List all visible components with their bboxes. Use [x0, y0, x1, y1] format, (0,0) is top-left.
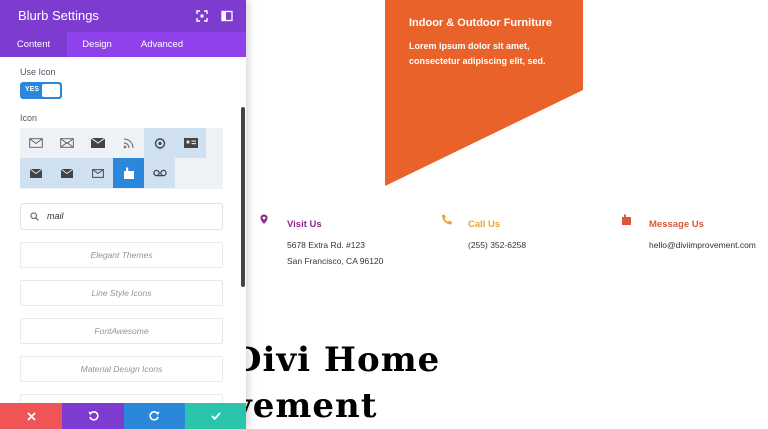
envelope-outline-icon	[28, 138, 43, 148]
contact-title: Visit Us	[287, 219, 322, 230]
library-elegant-themes[interactable]: Elegant Themes	[20, 242, 223, 268]
icon-option[interactable]	[144, 158, 175, 188]
icon-option[interactable]	[51, 128, 82, 158]
tab-advanced[interactable]: Advanced	[127, 32, 197, 57]
icon-search-input[interactable]: mail	[20, 203, 223, 230]
search-icon	[30, 212, 39, 221]
at-symbol-icon	[154, 137, 165, 149]
contact-line: San Francisco, CA 96120	[287, 256, 384, 266]
screen: Indoor & Outdoor Furniture Lorem ipsum d…	[0, 0, 768, 429]
icon-picker	[20, 128, 223, 189]
contact-line: hello@diviimprovement.com	[649, 240, 756, 250]
library-fontawesome[interactable]: FontAwesome	[20, 318, 223, 344]
icon-option[interactable]	[82, 128, 113, 158]
discard-button[interactable]	[0, 403, 62, 429]
panel-footer	[0, 403, 246, 429]
mail-icon	[29, 168, 42, 178]
icon-option[interactable]	[20, 158, 51, 188]
library-item-partial[interactable]	[20, 394, 223, 403]
toggle-knob	[42, 84, 60, 97]
icon-option[interactable]	[113, 128, 144, 158]
use-icon-label: Use Icon	[20, 67, 56, 77]
toggle-text: YES	[25, 86, 40, 93]
icon-option[interactable]	[51, 158, 82, 188]
phone-icon	[442, 214, 452, 225]
envelope-open-icon	[59, 138, 74, 148]
library-material-design-icons[interactable]: Material Design Icons	[20, 356, 223, 382]
mailbox-icon	[123, 167, 134, 179]
expand-icon[interactable]	[196, 10, 208, 22]
search-value: mail	[47, 211, 64, 221]
sidebar-toggle-icon[interactable]	[221, 10, 233, 22]
panel-title: Blurb Settings	[18, 8, 99, 23]
redo-button[interactable]	[124, 403, 185, 429]
close-icon	[26, 411, 36, 421]
save-button[interactable]	[185, 403, 246, 429]
page-heading-line1: Divi Home	[232, 340, 441, 380]
envelope-solid-icon	[90, 138, 105, 148]
check-icon	[210, 412, 221, 420]
icon-label: Icon	[20, 113, 38, 123]
icon-option[interactable]	[144, 128, 175, 158]
promo-banner: Indoor & Outdoor Furniture Lorem ipsum d…	[385, 0, 583, 186]
voicemail-icon	[152, 169, 167, 177]
page-heading-line2: vement	[232, 386, 378, 426]
contact-card-icon	[183, 138, 198, 148]
library-line-style-icons[interactable]: Line Style Icons	[20, 280, 223, 306]
mail-outline-icon	[91, 168, 104, 178]
undo-button[interactable]	[62, 403, 124, 429]
undo-icon	[88, 411, 99, 421]
tab-content[interactable]: Content	[0, 32, 67, 57]
icon-option[interactable]	[82, 158, 113, 188]
icon-option[interactable]	[175, 128, 206, 158]
icon-option-selected[interactable]	[113, 158, 144, 188]
blurb-settings-panel: Blurb Settings Content Design Advanced U…	[0, 0, 246, 429]
contact-title: Call Us	[468, 219, 501, 230]
panel-header: Blurb Settings	[0, 0, 246, 32]
contact-line: 5678 Extra Rd. #123	[287, 240, 365, 250]
icon-option[interactable]	[20, 128, 51, 158]
rss-icon	[123, 138, 134, 149]
banner-title: Indoor & Outdoor Furniture	[409, 17, 552, 29]
tab-design[interactable]: Design	[67, 32, 127, 57]
mail-icon	[622, 214, 631, 225]
contact-line: (255) 352-6258	[468, 240, 527, 250]
use-icon-toggle[interactable]: YES	[20, 82, 62, 99]
map-pin-icon	[260, 214, 268, 224]
mail-icon	[60, 168, 73, 178]
panel-tabs: Content Design Advanced	[0, 32, 246, 57]
redo-icon	[149, 411, 160, 421]
scrollbar[interactable]	[241, 107, 245, 287]
settings-content: Use Icon YES Icon mail Elegant Themes Li…	[0, 57, 246, 403]
banner-text: Lorem ipsum dolor sit amet, consectetur …	[409, 41, 546, 66]
contact-title: Message Us	[649, 219, 704, 230]
